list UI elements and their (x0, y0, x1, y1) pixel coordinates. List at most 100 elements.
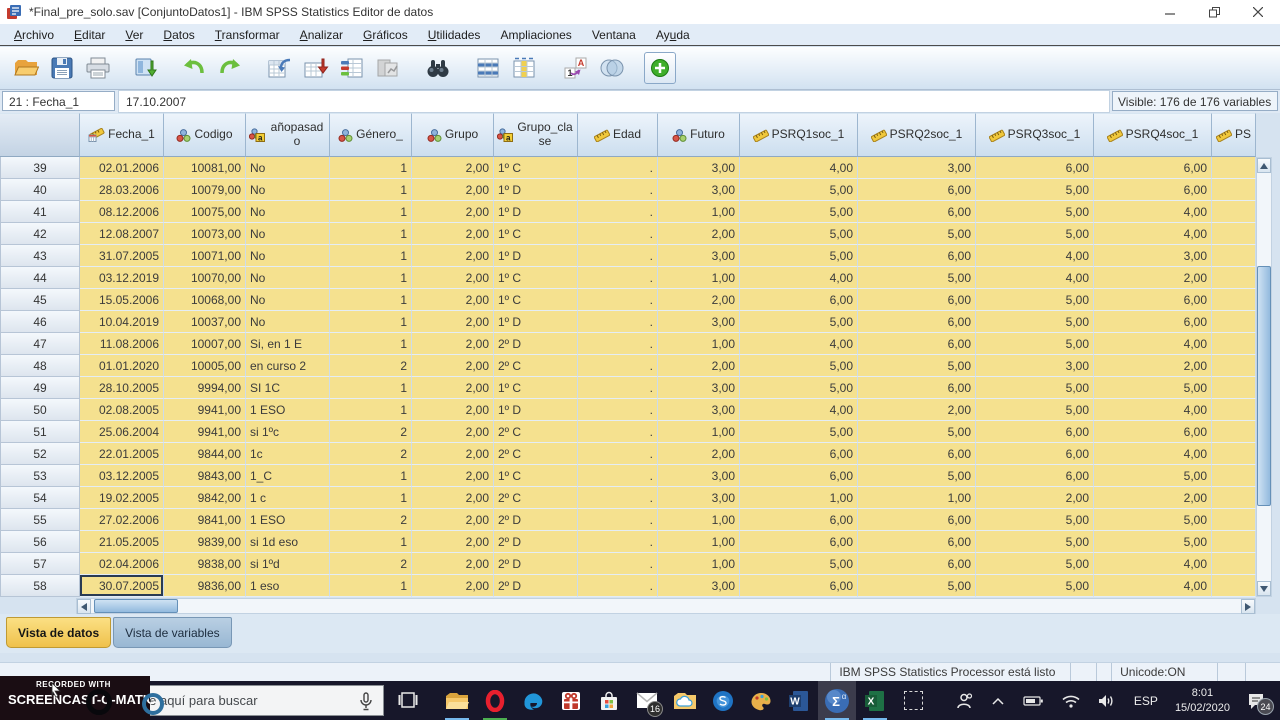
row-number[interactable]: 48 (0, 355, 80, 377)
cell-ps[interactable] (1212, 179, 1256, 201)
cell-edad[interactable]: . (578, 223, 658, 245)
cell-genero[interactable]: 1 (330, 399, 412, 421)
cell-ps[interactable] (1212, 311, 1256, 333)
cell-fecha[interactable]: 02.08.2005 (80, 399, 164, 421)
cell-psrq2[interactable]: 5,00 (858, 223, 976, 245)
use-variable-sets-icon[interactable] (594, 51, 630, 85)
cell-codigo[interactable]: 10068,00 (164, 289, 246, 311)
cell-psrq4[interactable]: 2,00 (1094, 267, 1212, 289)
cell-fecha[interactable]: 19.02.2005 (80, 487, 164, 509)
cell-anopasado[interactable]: si 1ºd (246, 553, 330, 575)
cell-psrq4[interactable]: 4,00 (1094, 333, 1212, 355)
cell-psrq3[interactable]: 3,00 (976, 355, 1094, 377)
cell-clase[interactable]: 1º C (494, 289, 578, 311)
microphone-icon[interactable] (359, 692, 373, 711)
cell-edad[interactable]: . (578, 201, 658, 223)
cell-fecha[interactable]: 02.01.2006 (80, 157, 164, 179)
cell-genero[interactable]: 1 (330, 487, 412, 509)
cell-anopasado[interactable]: No (246, 311, 330, 333)
cell-codigo[interactable]: 9836,00 (164, 575, 246, 597)
cell-codigo[interactable]: 9838,00 (164, 553, 246, 575)
cell-psrq4[interactable]: 5,00 (1094, 377, 1212, 399)
cell-psrq3[interactable]: 5,00 (976, 311, 1094, 333)
row-number[interactable]: 42 (0, 223, 80, 245)
menu-analizar[interactable]: Analizar (290, 28, 353, 42)
cell-grupo[interactable]: 2,00 (412, 267, 494, 289)
row-number[interactable]: 49 (0, 377, 80, 399)
cell-psrq3[interactable]: 5,00 (976, 399, 1094, 421)
column-header-futuro[interactable]: Futuro (658, 113, 740, 157)
column-header-psrq4[interactable]: PSRQ4soc_1 (1094, 113, 1212, 157)
cell-grupo[interactable]: 2,00 (412, 179, 494, 201)
cell-psrq3[interactable]: 5,00 (976, 377, 1094, 399)
split-file-icon[interactable] (370, 51, 406, 85)
cell-genero[interactable]: 2 (330, 421, 412, 443)
column-header-grupo[interactable]: Grupo (412, 113, 494, 157)
cell-futuro[interactable]: 2,00 (658, 355, 740, 377)
excel-icon[interactable]: X (856, 681, 894, 720)
column-header-genero[interactable]: Género_ (330, 113, 412, 157)
cell-edad[interactable]: . (578, 157, 658, 179)
cell-anopasado[interactable]: en curso 2 (246, 355, 330, 377)
column-header-clase[interactable]: a Grupo_clase (494, 113, 578, 157)
cell-genero[interactable]: 1 (330, 575, 412, 597)
cell-psrq2[interactable]: 6,00 (858, 443, 976, 465)
opera-icon[interactable] (476, 681, 514, 720)
cell-anopasado[interactable]: si 1ºc (246, 421, 330, 443)
cell-clase[interactable]: 1º D (494, 311, 578, 333)
cell-psrq1[interactable]: 6,00 (740, 465, 858, 487)
row-number[interactable]: 43 (0, 245, 80, 267)
cell-futuro[interactable]: 1,00 (658, 333, 740, 355)
cell-psrq3[interactable]: 6,00 (976, 157, 1094, 179)
cell-fecha[interactable]: 28.03.2006 (80, 179, 164, 201)
insert-cases-icon[interactable] (470, 51, 506, 85)
cell-psrq2[interactable]: 6,00 (858, 289, 976, 311)
cell-codigo[interactable]: 10075,00 (164, 201, 246, 223)
cell-psrq3[interactable]: 5,00 (976, 201, 1094, 223)
cell-codigo[interactable]: 9844,00 (164, 443, 246, 465)
row-number[interactable]: 47 (0, 333, 80, 355)
cell-clase[interactable]: 1º D (494, 179, 578, 201)
cell-fecha[interactable]: 27.02.2006 (80, 509, 164, 531)
cell-fecha[interactable]: 25.06.2004 (80, 421, 164, 443)
cell-edad[interactable]: . (578, 267, 658, 289)
cell-psrq3[interactable]: 4,00 (976, 267, 1094, 289)
cell-futuro[interactable]: 2,00 (658, 443, 740, 465)
tab-data-view[interactable]: Vista de datos (6, 617, 112, 648)
cell-psrq4[interactable]: 6,00 (1094, 421, 1212, 443)
cell-anopasado[interactable]: si 1d eso (246, 531, 330, 553)
cell-psrq4[interactable]: 3,00 (1094, 245, 1212, 267)
cell-clase[interactable]: 1º C (494, 465, 578, 487)
cell-ps[interactable] (1212, 289, 1256, 311)
cell-fecha[interactable]: 28.10.2005 (80, 377, 164, 399)
language-indicator[interactable]: ESP (1125, 681, 1167, 720)
battery-icon[interactable] (1014, 681, 1053, 720)
cell-grupo[interactable]: 2,00 (412, 289, 494, 311)
row-number[interactable]: 50 (0, 399, 80, 421)
undo-icon[interactable] (176, 51, 212, 85)
skype-icon[interactable] (704, 681, 742, 720)
cell-codigo[interactable]: 10037,00 (164, 311, 246, 333)
row-number[interactable]: 46 (0, 311, 80, 333)
cell-fecha[interactable]: 15.05.2006 (80, 289, 164, 311)
row-number[interactable]: 56 (0, 531, 80, 553)
cell-genero[interactable]: 1 (330, 201, 412, 223)
menu-ventana[interactable]: Ventana (582, 28, 646, 42)
cell-futuro[interactable]: 1,00 (658, 509, 740, 531)
cell-ps[interactable] (1212, 267, 1256, 289)
cell-genero[interactable]: 1 (330, 267, 412, 289)
cell-codigo[interactable]: 9839,00 (164, 531, 246, 553)
cell-psrq4[interactable]: 2,00 (1094, 355, 1212, 377)
cell-edad[interactable]: . (578, 377, 658, 399)
cell-edad[interactable]: . (578, 333, 658, 355)
cell-genero[interactable]: 1 (330, 531, 412, 553)
clock[interactable]: 8:01 15/02/2020 (1167, 686, 1238, 715)
column-header-anopasado[interactable]: a añopasado (246, 113, 330, 157)
cell-codigo[interactable]: 10070,00 (164, 267, 246, 289)
snip-icon[interactable] (894, 681, 932, 720)
cell-futuro[interactable]: 3,00 (658, 487, 740, 509)
cell-futuro[interactable]: 3,00 (658, 245, 740, 267)
cell-psrq3[interactable]: 5,00 (976, 575, 1094, 597)
cell-clase[interactable]: 2º C (494, 421, 578, 443)
cell-value-field[interactable]: 17.10.2007 (118, 90, 1110, 113)
